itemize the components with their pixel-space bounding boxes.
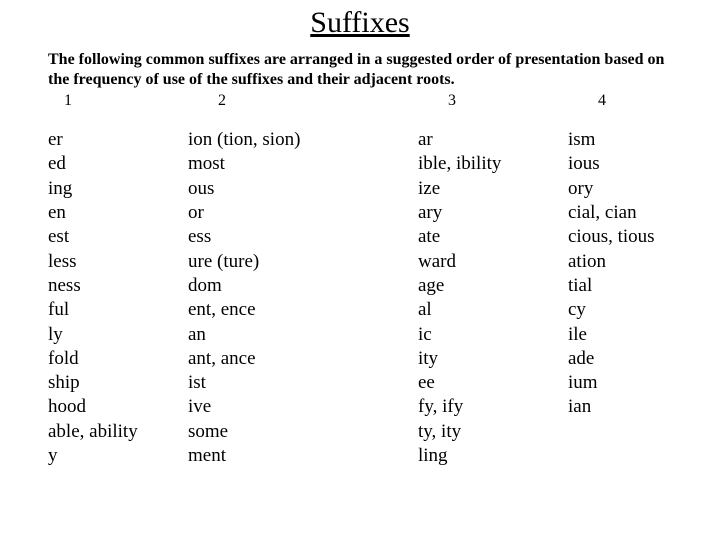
suffix-item: able, ability	[48, 420, 188, 444]
suffix-item: ation	[568, 250, 668, 274]
suffix-item: ar	[418, 128, 568, 152]
suffix-item: fy, ify	[418, 395, 568, 419]
suffix-item: an	[188, 323, 418, 347]
suffix-item: some	[188, 420, 418, 444]
column-2: ion (tion, sion)mostousoressure (ture)do…	[188, 128, 418, 468]
header-4: 4	[568, 92, 668, 110]
suffix-item: hood	[48, 395, 188, 419]
column-1: eredingenestlessnessfullyfoldshiphoodabl…	[48, 128, 188, 468]
suffix-item: ent, ence	[188, 298, 418, 322]
suffix-item: ible, ibility	[418, 152, 568, 176]
suffix-item: most	[188, 152, 418, 176]
header-3: 3	[418, 92, 568, 110]
suffix-item: al	[418, 298, 568, 322]
suffix-item: ure (ture)	[188, 250, 418, 274]
suffix-item: ary	[418, 201, 568, 225]
suffix-item: er	[48, 128, 188, 152]
suffix-item: ing	[48, 177, 188, 201]
suffix-item: ory	[568, 177, 668, 201]
suffix-item: ian	[568, 395, 668, 419]
suffix-item: cious, tious	[568, 225, 668, 249]
suffix-item: ize	[418, 177, 568, 201]
suffix-item: ade	[568, 347, 668, 371]
intro-text: The following common suffixes are arrang…	[48, 50, 672, 90]
suffix-item: ty, ity	[418, 420, 568, 444]
suffix-item: ic	[418, 323, 568, 347]
suffix-item: ant, ance	[188, 347, 418, 371]
suffix-item: ess	[188, 225, 418, 249]
suffix-item: y	[48, 444, 188, 468]
suffix-item: ee	[418, 371, 568, 395]
suffix-item: ion (tion, sion)	[188, 128, 418, 152]
suffix-item: ive	[188, 395, 418, 419]
suffix-item: ous	[188, 177, 418, 201]
suffix-item: or	[188, 201, 418, 225]
suffix-item: ship	[48, 371, 188, 395]
column-4: ismiousorycial, ciancious, tiousationtia…	[568, 128, 668, 420]
suffix-item: dom	[188, 274, 418, 298]
suffix-item: less	[48, 250, 188, 274]
suffix-item: ist	[188, 371, 418, 395]
suffix-item: ile	[568, 323, 668, 347]
suffix-item: en	[48, 201, 188, 225]
column-3: arible, ibilityizearyatewardagealicityee…	[418, 128, 568, 468]
suffix-item: cial, cian	[568, 201, 668, 225]
suffix-item: ful	[48, 298, 188, 322]
suffix-item: ward	[418, 250, 568, 274]
suffix-item: fold	[48, 347, 188, 371]
suffix-item: tial	[568, 274, 668, 298]
suffix-columns: eredingenestlessnessfullyfoldshiphoodabl…	[48, 128, 672, 468]
suffix-item: ment	[188, 444, 418, 468]
suffix-item: ed	[48, 152, 188, 176]
header-2: 2	[188, 92, 418, 110]
suffix-item: ly	[48, 323, 188, 347]
suffix-item: ate	[418, 225, 568, 249]
header-1: 1	[48, 92, 188, 110]
suffix-item: ling	[418, 444, 568, 468]
suffix-item: age	[418, 274, 568, 298]
suffix-item: cy	[568, 298, 668, 322]
suffix-item: ious	[568, 152, 668, 176]
suffix-item: ium	[568, 371, 668, 395]
suffix-item: ity	[418, 347, 568, 371]
column-headers: 1 2 3 4	[48, 92, 672, 110]
page-title: Suffixes	[48, 6, 672, 40]
suffix-item: ness	[48, 274, 188, 298]
suffix-item: ism	[568, 128, 668, 152]
suffix-item: est	[48, 225, 188, 249]
